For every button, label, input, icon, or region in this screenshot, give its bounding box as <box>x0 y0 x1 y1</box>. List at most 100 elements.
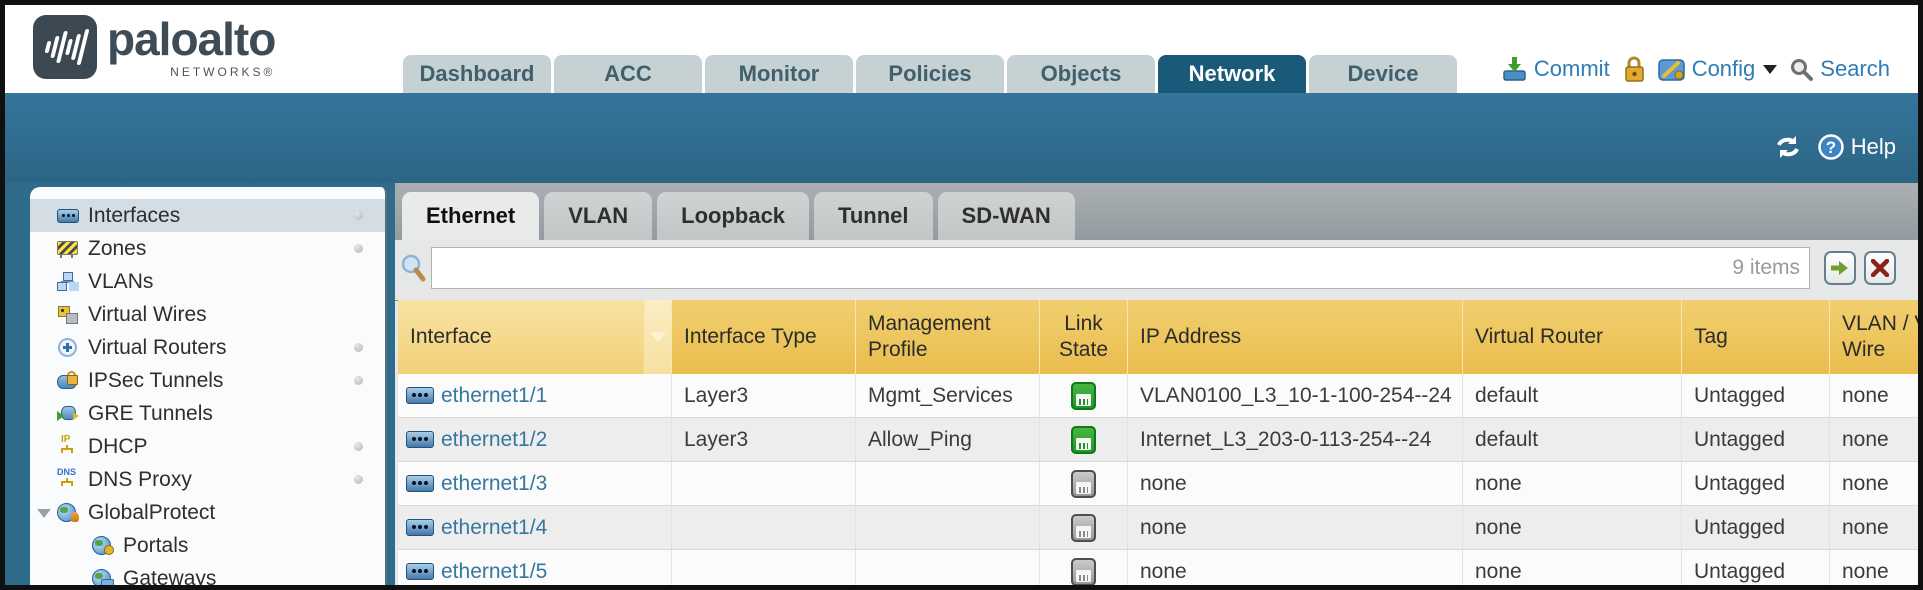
sidebar-item-globalprotect[interactable]: GlobalProtect <box>30 496 385 529</box>
ethernet-port-icon <box>406 431 434 448</box>
paloalto-logo-icon <box>33 15 97 79</box>
tag-cell: Untagged <box>1682 374 1830 417</box>
column-header-vlan-virtual-wire[interactable]: VLAN / Virtual Wire <box>1830 300 1918 374</box>
table-row[interactable]: ethernet1/3nonenoneUntaggednone <box>398 462 1918 506</box>
paloalto-logo-text: paloalto NETWORKS® <box>107 15 275 79</box>
header-actions: Commit Config S <box>1501 55 1890 83</box>
link-state-down-icon <box>1071 514 1096 542</box>
interface-cell: ethernet1/1 <box>398 374 672 417</box>
sidebar-item-zones[interactable]: Zones <box>30 232 385 265</box>
column-header-interface[interactable]: Interface <box>398 300 645 374</box>
main-content: EthernetVLANLoopbackTunnelSD-WAN 9 items <box>395 183 1918 585</box>
status-dot <box>354 442 363 451</box>
column-header-interface-type[interactable]: Interface Type <box>672 300 856 374</box>
subtab-ethernet[interactable]: Ethernet <box>402 192 539 240</box>
sidebar-item-gre-tunnels[interactable]: GRE Tunnels <box>30 397 385 430</box>
apply-filter-button[interactable] <box>1824 251 1856 285</box>
config-icon <box>1658 56 1686 82</box>
interface-cell: ethernet1/3 <box>398 462 672 505</box>
management-profile-cell <box>856 462 1040 505</box>
sidebar-item-virtual-routers[interactable]: Virtual Routers <box>30 331 385 364</box>
interface-cell: ethernet1/2 <box>398 418 672 461</box>
commit-label: Commit <box>1534 56 1610 82</box>
link-state-cell <box>1040 374 1128 417</box>
sidebar-item-vlans[interactable]: VLANs <box>30 265 385 298</box>
interface-link[interactable]: ethernet1/1 <box>406 384 547 408</box>
sidebar-rail: InterfacesZonesVLANsVirtual Wires Virtual… <box>5 183 395 585</box>
column-header-virtual-router[interactable]: Virtual Router <box>1463 300 1682 374</box>
ip-address-cell: Internet_L3_203-0-113-254--24 <box>1128 418 1463 461</box>
ethernet-port-icon <box>406 475 434 492</box>
virtual-wires-icon <box>57 305 79 324</box>
paloalto-logo: paloalto NETWORKS® <box>33 15 275 79</box>
management-profile-cell: Mgmt_Services <box>856 374 1040 417</box>
lock-icon[interactable] <box>1622 55 1646 83</box>
sidebar-item-dhcp[interactable]: DHCP <box>30 430 385 463</box>
interfaces-icon <box>57 206 79 225</box>
vlans-icon <box>57 272 79 291</box>
top-header: paloalto NETWORKS® DashboardACCMonitorPo… <box>5 5 1918 93</box>
column-header-tag[interactable]: Tag <box>1682 300 1830 374</box>
clear-filter-button[interactable] <box>1864 251 1896 285</box>
app-window: paloalto NETWORKS® DashboardACCMonitorPo… <box>0 0 1923 590</box>
filter-search-icon <box>399 253 427 285</box>
banner-actions: ? Help <box>1773 133 1896 161</box>
sidebar-item-label: Virtual Routers <box>88 336 227 360</box>
sidebar-item-virtual-wires[interactable]: Virtual Wires <box>30 298 385 331</box>
filter-input[interactable] <box>431 247 1810 289</box>
brand-name: paloalto <box>107 15 275 63</box>
vlan-virtual-wire-cell: none <box>1830 374 1918 417</box>
column-header-ip-address[interactable]: IP Address <box>1128 300 1463 374</box>
interface-link[interactable]: ethernet1/5 <box>406 560 547 584</box>
interface-type-cell: Layer3 <box>672 374 856 417</box>
subtab-tunnel[interactable]: Tunnel <box>814 192 932 240</box>
sidebar-item-interfaces[interactable]: Interfaces <box>30 199 385 232</box>
interface-link[interactable]: ethernet1/4 <box>406 516 547 540</box>
interface-type-cell <box>672 506 856 549</box>
zones-icon <box>57 239 79 258</box>
management-profile-cell <box>856 550 1040 585</box>
config-menu-button[interactable]: Config <box>1658 56 1778 82</box>
table-row[interactable]: ethernet1/4nonenoneUntaggednone <box>398 506 1918 550</box>
help-button[interactable]: ? Help <box>1817 133 1896 161</box>
link-state-cell <box>1040 550 1128 585</box>
interface-type-cell: Layer3 <box>672 418 856 461</box>
tab-acc[interactable]: ACC <box>554 55 702 93</box>
ip-address-cell: none <box>1128 550 1463 585</box>
sort-indicator[interactable] <box>645 300 672 374</box>
status-dot <box>354 244 363 253</box>
subtab-vlan[interactable]: VLAN <box>544 192 652 240</box>
link-state-down-icon <box>1071 470 1096 498</box>
interface-type-cell <box>672 462 856 505</box>
tab-monitor[interactable]: Monitor <box>705 55 853 93</box>
tab-objects[interactable]: Objects <box>1007 55 1155 93</box>
tab-device[interactable]: Device <box>1309 55 1457 93</box>
table-row[interactable]: ethernet1/1Layer3Mgmt_ServicesVLAN0100_L… <box>398 374 1918 418</box>
sidebar-item-dns-proxy[interactable]: DNS Proxy <box>30 463 385 496</box>
search-button[interactable]: Search <box>1789 56 1890 82</box>
subtab-loopback[interactable]: Loopback <box>657 192 809 240</box>
sidebar-item-label: Gateways <box>123 567 216 586</box>
tab-policies[interactable]: Policies <box>856 55 1004 93</box>
link-state-cell <box>1040 462 1128 505</box>
sidebar-item-label: DNS Proxy <box>88 468 192 492</box>
tab-dashboard[interactable]: Dashboard <box>403 55 551 93</box>
sidebar-item-ipsec-tunnels[interactable]: IPSec Tunnels <box>30 364 385 397</box>
subtab-sd-wan[interactable]: SD-WAN <box>938 192 1075 240</box>
table-row[interactable]: ethernet1/5nonenoneUntaggednone <box>398 550 1918 585</box>
virtual-router-cell: none <box>1463 462 1682 505</box>
tag-cell: Untagged <box>1682 550 1830 585</box>
virtual-routers-icon <box>57 338 79 357</box>
tag-cell: Untagged <box>1682 462 1830 505</box>
sidebar-item-gateways[interactable]: Gateways <box>30 562 385 585</box>
sidebar-item-portals[interactable]: Portals <box>30 529 385 562</box>
interface-link[interactable]: ethernet1/2 <box>406 428 547 452</box>
expand-arrow-icon[interactable] <box>37 509 51 518</box>
tab-network[interactable]: Network <box>1158 55 1306 93</box>
refresh-icon[interactable] <box>1773 134 1803 160</box>
commit-button[interactable]: Commit <box>1501 56 1610 83</box>
column-header-management-profile[interactable]: Management Profile <box>856 300 1040 374</box>
interface-link[interactable]: ethernet1/3 <box>406 472 547 496</box>
column-header-link-state[interactable]: Link State <box>1040 300 1128 374</box>
table-row[interactable]: ethernet1/2Layer3Allow_PingInternet_L3_2… <box>398 418 1918 462</box>
